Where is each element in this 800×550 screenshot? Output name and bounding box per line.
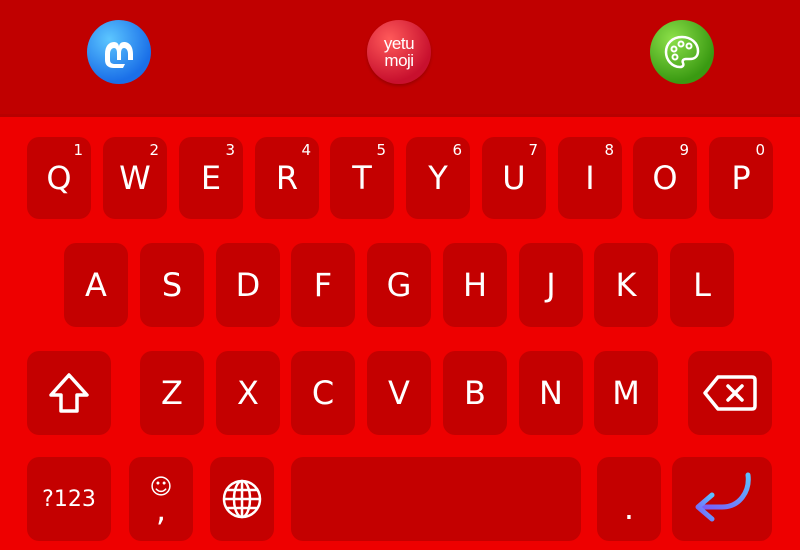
key-label: R (275, 159, 299, 197)
language-key[interactable] (210, 457, 274, 541)
shift-key[interactable] (27, 351, 111, 435)
key-label: L (693, 266, 711, 304)
key-z[interactable]: Z (140, 351, 204, 435)
key-number: 9 (679, 141, 689, 159)
key-label: N (539, 374, 563, 412)
key-label: V (388, 374, 410, 412)
key-number: 8 (604, 141, 614, 159)
key-c[interactable]: C (291, 351, 355, 435)
key-number: 5 (376, 141, 386, 159)
key-number: 2 (149, 141, 159, 159)
key-u[interactable]: U 7 (482, 137, 546, 219)
key-label: . (623, 489, 635, 527)
key-r[interactable]: R 4 (255, 137, 319, 219)
spacebar[interactable] (291, 457, 581, 541)
period-key[interactable]: . (597, 457, 661, 541)
enter-arrow-icon (695, 472, 751, 522)
key-label: B (464, 374, 486, 412)
key-label: W (119, 159, 151, 197)
yetumoji-app-icon[interactable]: yetu moji (367, 20, 431, 84)
backspace-icon (703, 375, 757, 411)
key-label: Z (161, 374, 183, 412)
key-label: S (161, 266, 183, 304)
key-e[interactable]: E 3 (179, 137, 243, 219)
key-d[interactable]: D (216, 243, 280, 327)
key-number: 6 (452, 141, 462, 159)
key-number: 1 (73, 141, 83, 159)
yetu-line2: moji (384, 51, 414, 70)
key-s[interactable]: S (140, 243, 204, 327)
key-label: E (200, 159, 222, 197)
enter-key[interactable] (672, 457, 772, 541)
key-label: K (615, 266, 637, 304)
key-label: J (546, 266, 556, 304)
key-k[interactable]: K (594, 243, 658, 327)
suggestion-toolbar: yetu moji (0, 0, 800, 117)
key-label: T (352, 159, 372, 197)
key-a[interactable]: A (64, 243, 128, 327)
key-b[interactable]: B (443, 351, 507, 435)
key-label: U (502, 159, 526, 197)
key-v[interactable]: V (367, 351, 431, 435)
symbols-key[interactable]: ?123 (27, 457, 111, 541)
palette-icon[interactable] (650, 20, 714, 84)
key-number: 4 (301, 141, 311, 159)
key-label: C (311, 374, 335, 412)
key-q[interactable]: Q 1 (27, 137, 91, 219)
key-i[interactable]: I 8 (558, 137, 622, 219)
yetu-line1: yetu (383, 34, 415, 53)
key-h[interactable]: H (443, 243, 507, 327)
shift-arrow-icon (49, 373, 89, 413)
globe-icon (222, 479, 262, 519)
key-label: D (235, 266, 261, 304)
key-label: Q (46, 159, 72, 197)
key-label: H (462, 266, 488, 304)
key-number: 3 (225, 141, 235, 159)
key-n[interactable]: N (519, 351, 583, 435)
mastodon-m-icon[interactable] (87, 20, 151, 84)
key-number: 0 (755, 141, 765, 159)
key-label: F (313, 266, 333, 304)
key-number: 7 (528, 141, 538, 159)
key-label: Y (428, 159, 448, 197)
key-label: P (731, 159, 751, 197)
emoji-comma-key[interactable]: ☺ , (129, 457, 193, 541)
key-label: O (652, 159, 678, 197)
key-f[interactable]: F (291, 243, 355, 327)
key-label: , (155, 491, 167, 529)
key-m[interactable]: M (594, 351, 658, 435)
key-w[interactable]: W 2 (103, 137, 167, 219)
key-p[interactable]: P 0 (709, 137, 773, 219)
key-label: M (612, 374, 640, 412)
key-label: ?123 (42, 486, 96, 512)
key-y[interactable]: Y 6 (406, 137, 470, 219)
key-j[interactable]: J (519, 243, 583, 327)
key-label: I (585, 159, 595, 197)
key-x[interactable]: X (216, 351, 280, 435)
key-o[interactable]: O 9 (633, 137, 697, 219)
key-g[interactable]: G (367, 243, 431, 327)
key-label: X (237, 374, 259, 412)
key-t[interactable]: T 5 (330, 137, 394, 219)
backspace-key[interactable] (688, 351, 772, 435)
key-label: A (85, 266, 107, 304)
key-l[interactable]: L (670, 243, 734, 327)
key-label: G (386, 266, 412, 304)
